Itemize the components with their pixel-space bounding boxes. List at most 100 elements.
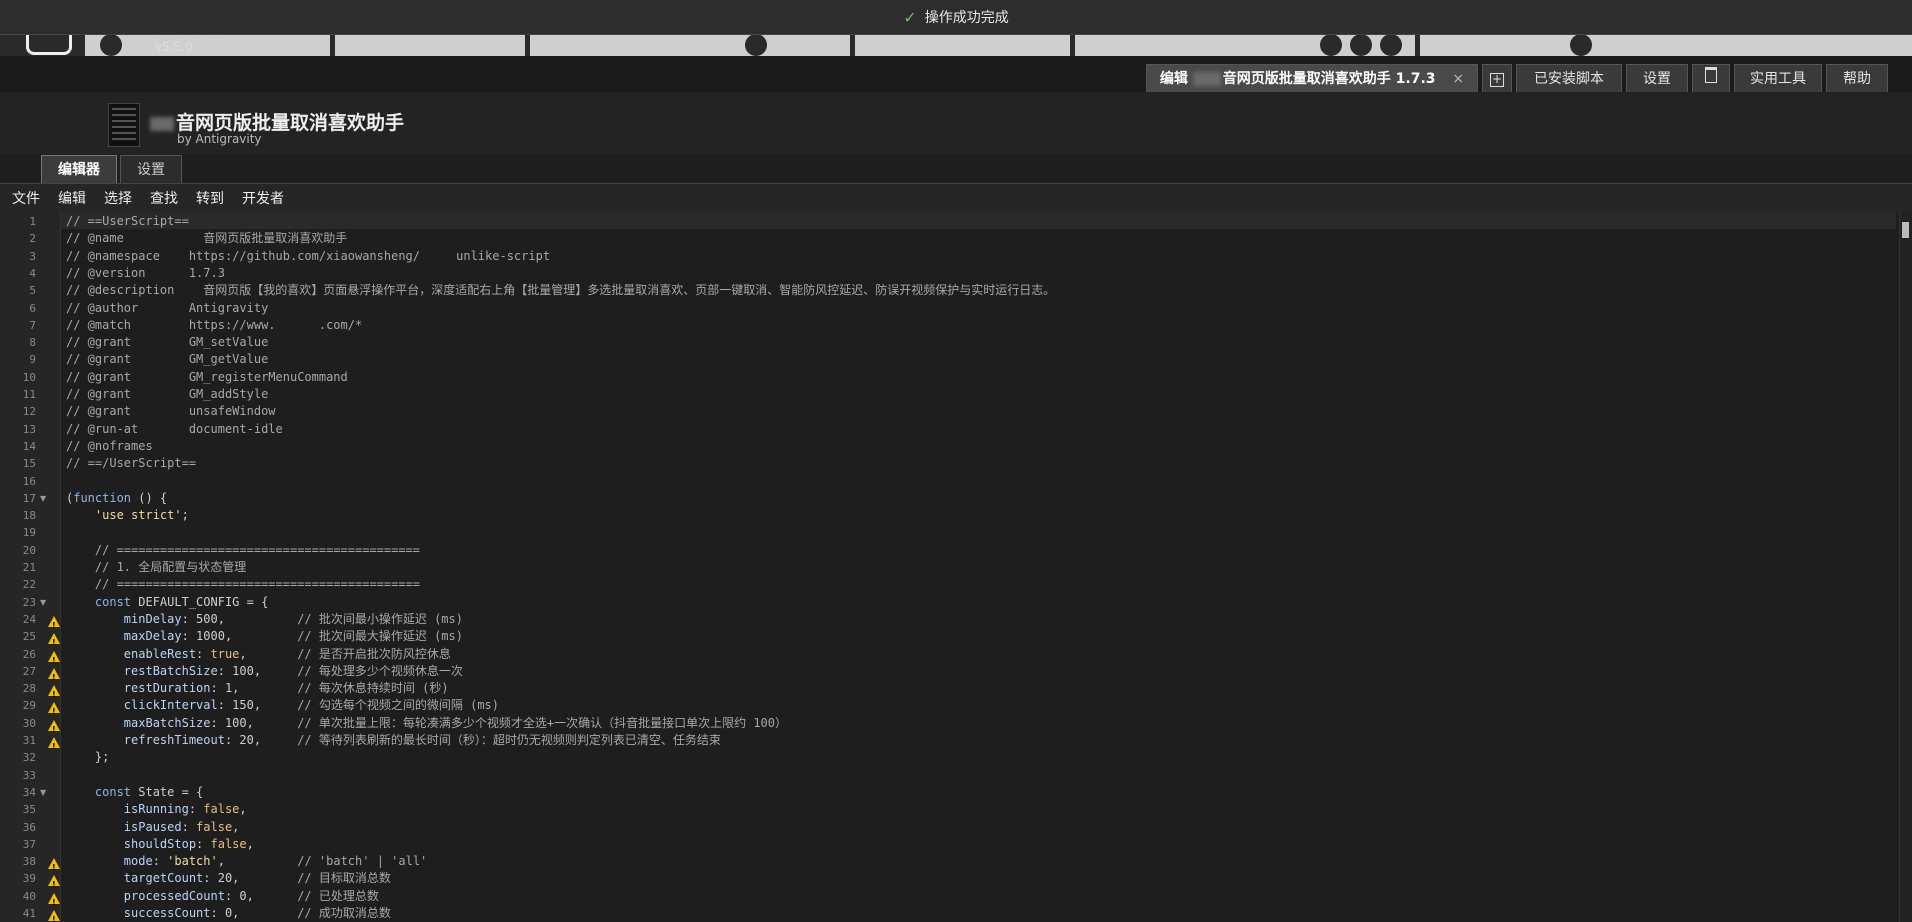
code-line[interactable]: restDuration: 1, // 每次休息持续时间 (秒) [66, 680, 449, 697]
code-line[interactable]: maxBatchSize: 100, // 单次批量上限：每轮凑满多少个视频才全… [66, 715, 787, 732]
menu-goto[interactable]: 转到 [196, 188, 224, 208]
code-line[interactable]: // @noframes [66, 438, 153, 455]
code-line[interactable]: shouldStop: false, [66, 836, 254, 853]
line-number: 14 [22, 439, 36, 453]
code-line[interactable]: // @grant unsafeWindow [66, 403, 276, 420]
warning-icon[interactable] [48, 663, 60, 686]
menu-find[interactable]: 查找 [150, 188, 178, 208]
code-line[interactable]: 'use strict'; [66, 507, 189, 524]
code-line[interactable]: // @description 音网页版【我的喜欢】页面悬浮操作平台，深度适配右… [66, 282, 1055, 299]
code-line[interactable]: // @author Antigravity [66, 300, 268, 317]
line-number: 37 [22, 837, 36, 851]
code-line[interactable]: clickInterval: 150, // 勾选每个视频之间的微间隔 (ms) [66, 697, 499, 714]
subtab-editor[interactable]: 编辑器 [41, 155, 117, 183]
line-number: 38 [22, 855, 36, 869]
line-number: 18 [22, 509, 36, 523]
line-number: 1 [29, 215, 36, 228]
tab-edit-script-name: 音网页版批量取消喜欢助手 1.7.3 [1222, 71, 1436, 87]
fold-arrow-icon[interactable]: ▼ [40, 784, 48, 801]
code-line[interactable]: // @version 1.7.3 [66, 265, 225, 282]
script-title-text: 音网页版批量取消喜欢助手 [176, 112, 405, 134]
code-line[interactable]: const State = { [66, 784, 203, 801]
code-line[interactable]: processedCount: 0, // 已处理总数 [66, 888, 379, 905]
menu-edit[interactable]: 编辑 [58, 188, 86, 208]
code-line[interactable]: // @namespace https://github.com/xiaowan… [66, 248, 550, 265]
code-line[interactable]: refreshTimeout: 20, // 等待列表刷新的最长时间（秒）：超时… [66, 732, 721, 749]
warning-icon[interactable] [48, 853, 60, 876]
close-icon[interactable]: × [1452, 71, 1464, 87]
line-number: 23 [22, 595, 36, 609]
line-number: 32 [22, 751, 36, 765]
line-number: 39 [22, 872, 36, 886]
warning-icon[interactable] [48, 697, 60, 720]
line-number: 28 [22, 682, 36, 696]
fold-arrow-icon[interactable]: ▼ [40, 490, 48, 507]
code-line[interactable]: restBatchSize: 100, // 每处理多少个视频休息一次 [66, 663, 463, 680]
code-line[interactable]: // @grant GM_addStyle [66, 386, 268, 403]
warning-icon[interactable] [48, 680, 60, 703]
warning-icon[interactable] [48, 715, 60, 738]
brand-version-label: v5.5.0 [155, 40, 193, 54]
code-line[interactable]: enableRest: true, // 是否开启批次防风控休息 [66, 646, 451, 663]
warning-icon[interactable] [48, 888, 60, 911]
tab-utilities[interactable]: 实用工具 [1734, 64, 1822, 92]
subtab-settings[interactable]: 设置 [120, 155, 182, 183]
redacted-text [1192, 72, 1221, 86]
line-number: 5 [29, 284, 36, 298]
line-number: 41 [22, 907, 36, 920]
tab-edit-script[interactable]: 编辑 音网页版批量取消喜欢助手 1.7.3 × [1146, 64, 1478, 92]
code-line[interactable]: isPaused: false, [66, 819, 240, 836]
warning-icon[interactable] [48, 732, 60, 755]
tab-settings[interactable]: 设置 [1626, 64, 1688, 92]
editor-scrollbar[interactable] [1899, 212, 1912, 922]
warning-icon[interactable] [48, 611, 60, 634]
code-line[interactable]: isRunning: false, [66, 801, 247, 818]
line-number: 25 [22, 630, 36, 644]
code-line[interactable]: // @grant GM_setValue [66, 334, 268, 351]
code-line[interactable]: // @grant GM_getValue [66, 351, 268, 368]
line-number: 3 [29, 249, 36, 263]
redacted-text [150, 116, 174, 131]
code-line[interactable]: targetCount: 20, // 目标取消总数 [66, 870, 391, 887]
scrollbar-thumb[interactable] [1902, 222, 1909, 238]
warning-icon[interactable] [48, 646, 60, 669]
code-line[interactable]: minDelay: 500, // 批次间最小操作延迟 (ms) [66, 611, 463, 628]
code-line[interactable]: // =====================================… [66, 576, 420, 593]
code-line[interactable]: // 1. 全局配置与状态管理 [66, 559, 246, 576]
code-line[interactable]: // @name 音网页版批量取消喜欢助手 [66, 230, 347, 247]
code-line[interactable]: // @match https://www. .com/* [66, 317, 362, 334]
line-number: 11 [22, 388, 36, 401]
fold-arrow-icon[interactable]: ▼ [40, 594, 48, 611]
code-editor[interactable]: 1 2 3 4 5 6 7 8 9 10 11 12 13 14 15 16 17 ▼ 18 19 20 21 22 23 ▼ 2… [0, 212, 1912, 922]
tab-installed-scripts[interactable]: 已安装脚本 [1516, 64, 1622, 92]
line-number: 20 [22, 543, 36, 557]
trash-button[interactable] [1692, 64, 1730, 92]
code-line[interactable]: // @run-at document-idle [66, 421, 283, 438]
menu-file[interactable]: 文件 [12, 188, 40, 208]
menu-select[interactable]: 选择 [104, 188, 132, 208]
menu-developer[interactable]: 开发者 [242, 188, 284, 208]
line-number: 16 [22, 474, 36, 488]
code-line[interactable]: // @grant GM_registerMenuCommand [66, 369, 348, 386]
code-line[interactable]: (function () { [66, 490, 167, 507]
warning-icon[interactable] [48, 905, 60, 922]
warning-icon[interactable] [48, 870, 60, 893]
line-number: 22 [22, 578, 36, 592]
new-script-button[interactable]: + [1482, 64, 1512, 92]
code-line[interactable]: mode: 'batch', // 'batch' | 'all' [66, 853, 427, 870]
code-line[interactable]: maxDelay: 1000, // 批次间最大操作延迟 (ms) [66, 628, 463, 645]
code-line[interactable]: // ==/UserScript== [66, 455, 196, 472]
script-icon [108, 103, 140, 147]
code-line[interactable]: successCount: 0, // 成功取消总数 [66, 905, 391, 922]
trash-icon [1705, 67, 1717, 83]
code-line[interactable]: // =====================================… [66, 542, 420, 559]
code-line[interactable]: // ==UserScript== [66, 213, 189, 230]
code-line[interactable]: const DEFAULT_CONFIG = { [66, 594, 268, 611]
checkmark-icon: ✓ [903, 7, 917, 27]
warning-icon[interactable] [48, 628, 60, 651]
line-number: 6 [29, 301, 36, 315]
tab-help[interactable]: 帮助 [1826, 64, 1888, 92]
line-number: 30 [22, 716, 36, 730]
code-line[interactable]: }; [66, 749, 109, 766]
line-number: 8 [29, 336, 36, 350]
